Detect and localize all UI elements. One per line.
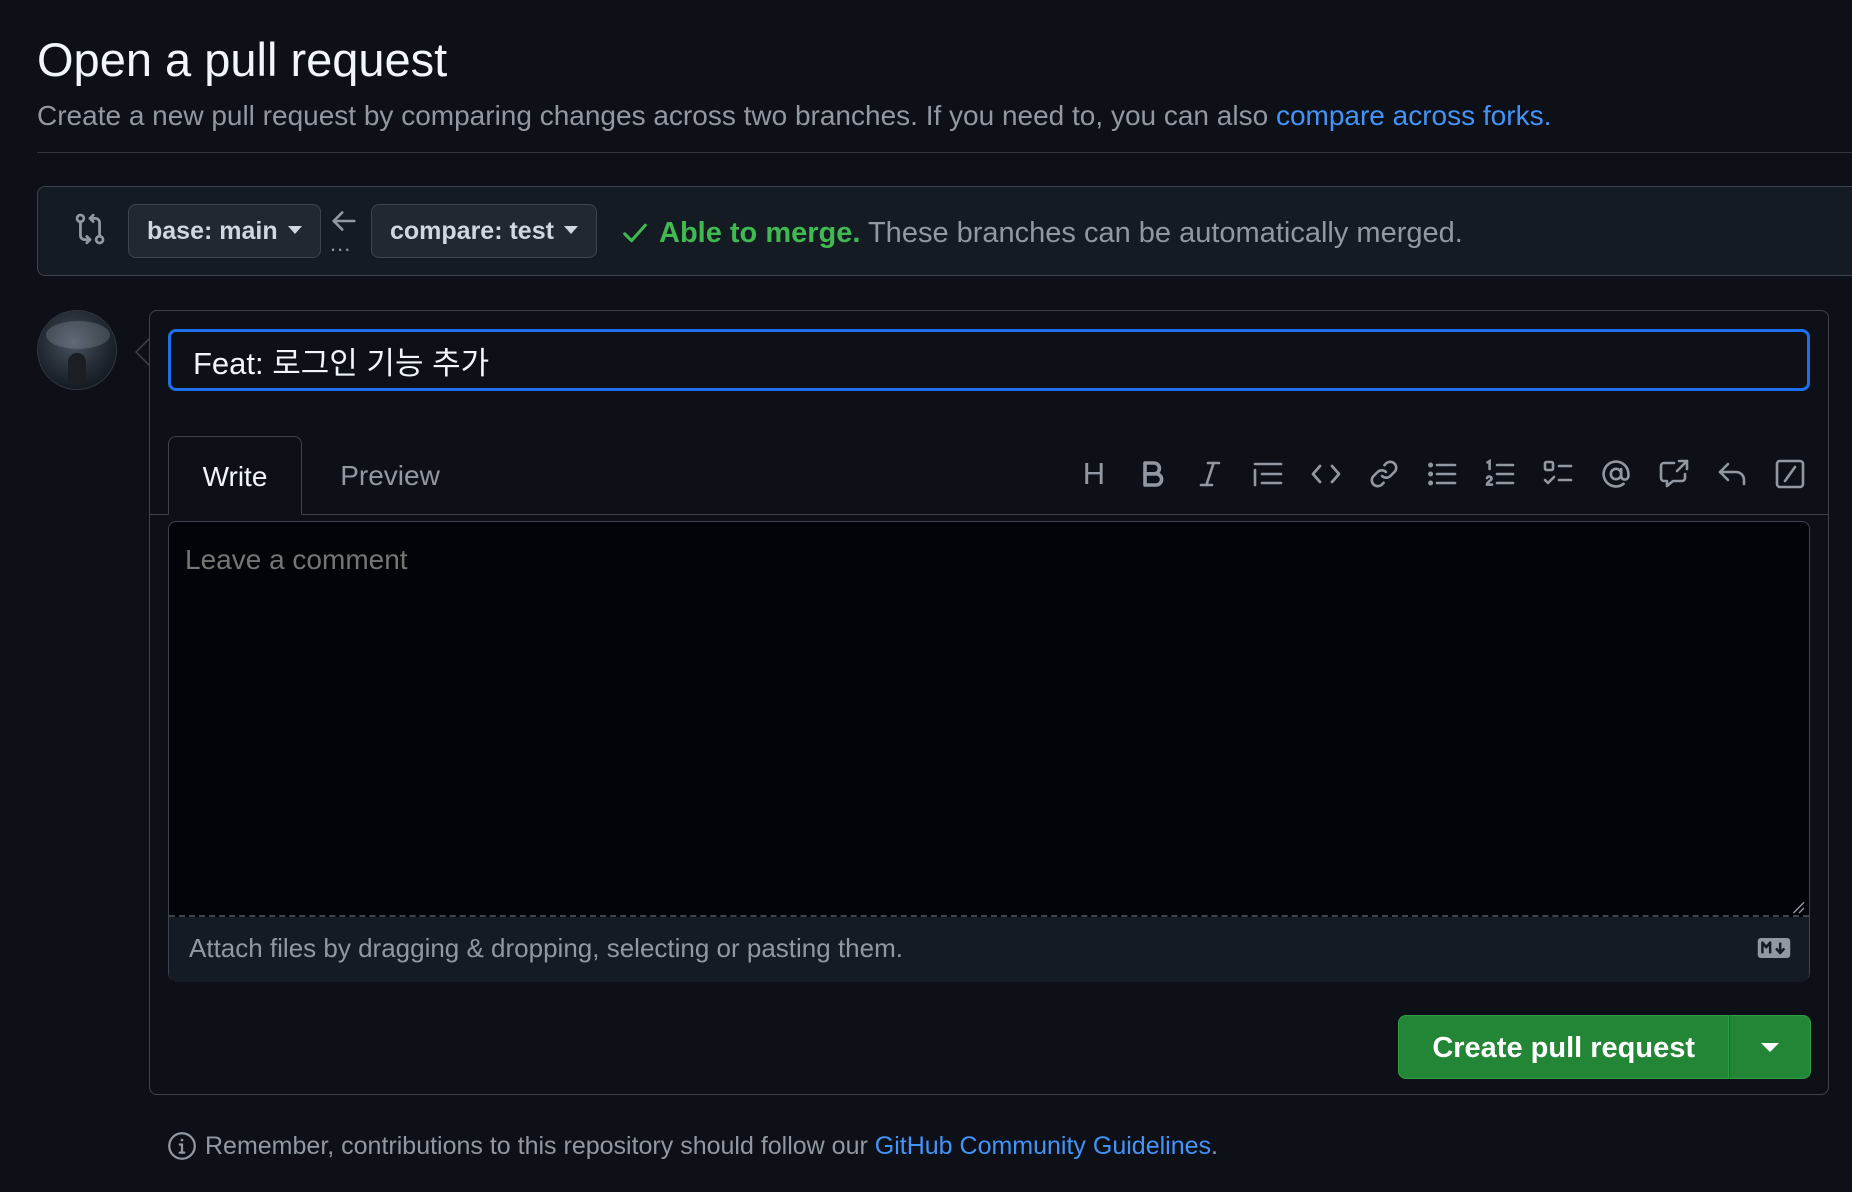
slash-command-icon[interactable]	[1772, 456, 1808, 492]
branch-range-editor: base: main ... compare: test Able to mer…	[37, 186, 1852, 276]
comment-textarea[interactable]	[169, 522, 1809, 917]
header-divider	[37, 152, 1852, 153]
range-ellipsis: ...	[330, 231, 352, 256]
comment-box: Attach files by dragging & dropping, sel…	[168, 521, 1810, 982]
compare-across-forks-link[interactable]: compare across forks.	[1276, 100, 1551, 131]
task-list-icon[interactable]	[1540, 456, 1576, 492]
footer-text: Remember, contributions to this reposito…	[205, 1132, 1218, 1161]
info-icon	[168, 1132, 196, 1160]
compare-branch-label: compare: test	[390, 217, 554, 245]
mention-icon[interactable]	[1598, 456, 1634, 492]
pull-request-title-input[interactable]	[168, 329, 1810, 391]
pull-request-form: Write Preview H	[149, 310, 1829, 1095]
chevron-down-icon	[563, 226, 578, 234]
italic-icon[interactable]	[1192, 456, 1228, 492]
page-title: Open a pull request	[37, 33, 448, 86]
ordered-list-icon[interactable]	[1482, 456, 1518, 492]
pull-request-page: Open a pull request Create a new pull re…	[0, 0, 1852, 1192]
footer-prefix: Remember, contributions to this reposito…	[205, 1131, 875, 1160]
create-options-dropdown[interactable]	[1729, 1015, 1811, 1079]
resize-handle-icon[interactable]	[1791, 900, 1805, 914]
git-compare-icon	[75, 213, 105, 245]
avatar[interactable]	[37, 310, 117, 390]
base-branch-select[interactable]: base: main	[128, 204, 321, 258]
markdown-icon[interactable]	[1757, 937, 1791, 959]
tab-write[interactable]: Write	[168, 436, 302, 515]
compare-branch-select[interactable]: compare: test	[371, 204, 597, 258]
page-subtitle: Create a new pull request by comparing c…	[37, 98, 1551, 134]
create-pull-request-group: Create pull request	[1398, 1015, 1811, 1079]
link-icon[interactable]	[1366, 456, 1402, 492]
avatar-figure	[68, 353, 86, 383]
attach-files-text[interactable]: Attach files by dragging & dropping, sel…	[189, 933, 903, 964]
merge-status-description: These branches can be automatically merg…	[860, 217, 1463, 249]
chevron-down-icon	[287, 226, 302, 234]
cross-reference-icon[interactable]	[1656, 456, 1692, 492]
community-guidelines-link[interactable]: GitHub Community Guidelines	[875, 1132, 1211, 1160]
editor-tabs-bar: Write Preview H	[150, 424, 1828, 515]
merge-status: Able to merge. These branches can be aut…	[659, 214, 1463, 252]
tab-preview[interactable]: Preview	[320, 436, 460, 515]
unordered-list-icon[interactable]	[1424, 456, 1460, 492]
heading-icon[interactable]: H	[1076, 456, 1112, 492]
avatar-background	[46, 321, 110, 349]
markdown-toolbar: H	[1054, 454, 1808, 494]
quote-icon[interactable]	[1250, 456, 1286, 492]
community-guidelines-note: Remember, contributions to this reposito…	[167, 1128, 1218, 1164]
check-icon	[623, 223, 647, 243]
subtitle-text: Create a new pull request by comparing c…	[37, 100, 1276, 131]
arrow-left-icon	[332, 211, 356, 231]
chevron-down-icon	[1761, 1042, 1779, 1052]
code-icon[interactable]	[1308, 456, 1344, 492]
reply-icon[interactable]	[1714, 456, 1750, 492]
base-branch-label: base: main	[147, 217, 278, 245]
create-pull-request-button[interactable]: Create pull request	[1398, 1015, 1729, 1079]
file-attachment-bar: Attach files by dragging & dropping, sel…	[169, 917, 1809, 982]
bold-icon[interactable]	[1134, 456, 1170, 492]
heading-glyph: H	[1082, 456, 1106, 491]
footer-period: .	[1211, 1131, 1218, 1160]
merge-status-ok: Able to merge.	[659, 217, 861, 249]
